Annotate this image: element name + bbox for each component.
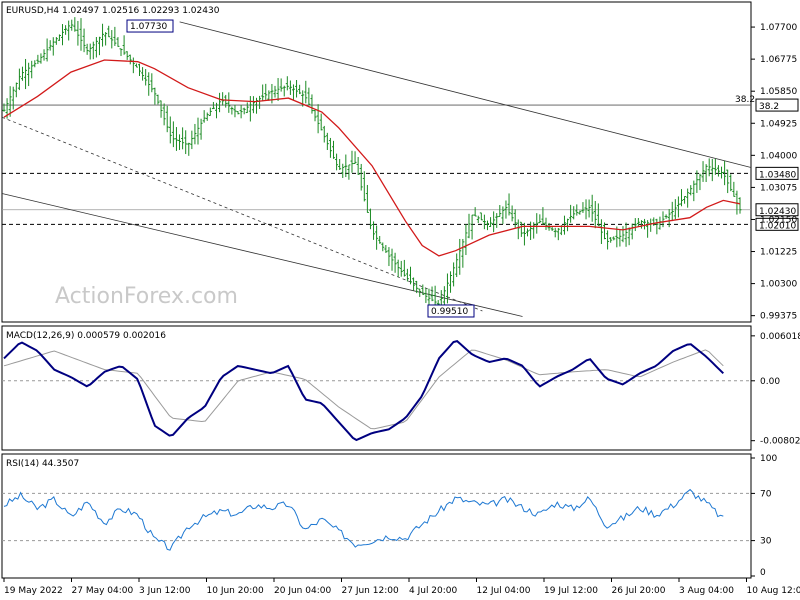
price-tick-label: 1.02150 — [760, 215, 797, 225]
price-tick-label: 1.04925 — [760, 119, 797, 129]
price-tick-label: 1.07700 — [760, 23, 797, 33]
time-tick-label: 10 Jun 20:00 — [207, 586, 264, 596]
price-annotation-label: 1.07730 — [130, 22, 167, 32]
time-tick-label: 19 Jul 12:00 — [544, 586, 598, 596]
price-tick-label: 1.05850 — [760, 87, 797, 97]
time-tick-label: 27 Jun 12:00 — [342, 586, 399, 596]
time-tick-label: 27 May 04:00 — [72, 586, 134, 596]
macd-header: MACD(12,26,9) 0.000579 0.002016 — [6, 331, 166, 341]
price-header: EURUSD,H4 1.02497 1.02516 1.02293 1.0243… — [6, 6, 220, 16]
time-tick-label: 3 Jun 12:00 — [139, 586, 191, 596]
time-tick-label: 20 Jun 04:00 — [274, 586, 331, 596]
time-tick-label: 3 Aug 04:00 — [679, 586, 734, 596]
price-annotation-label: 0.99510 — [431, 307, 468, 317]
time-tick-label: 12 Jul 04:00 — [477, 586, 531, 596]
time-tick-label: 4 Jul 20:00 — [409, 586, 458, 596]
rsi-tick-label: 0 — [760, 568, 766, 578]
rsi-tick-label: 100 — [760, 454, 777, 464]
macd-tick-label: -0.00802 — [760, 437, 800, 447]
price-tick-label: 1.00300 — [760, 280, 797, 290]
time-tick-label: 26 Jul 20:00 — [612, 586, 666, 596]
price-tick-label: 1.01225 — [760, 248, 797, 258]
rsi-tick-label: 70 — [760, 489, 772, 499]
fib-level-label: 38.2 — [735, 95, 755, 105]
macd-tick-label: 0.006018 — [760, 332, 800, 342]
price-tick-label: 1.04000 — [760, 151, 797, 161]
rsi-tick-label: 30 — [760, 537, 772, 547]
axis-price-label: 1.03480 — [759, 170, 796, 180]
time-tick-label: 10 Aug 12:00 — [747, 586, 800, 596]
price-tick-label: 1.03075 — [760, 183, 797, 193]
rsi-header: RSI(14) 44.3507 — [6, 459, 79, 469]
axis-price-label: 38.2 — [759, 102, 779, 112]
watermark: ActionForex.com — [55, 284, 238, 309]
eurusd-chart: ActionForex.com 38.2 1.07730 38.2 1.03480 1… — [0, 0, 800, 600]
price-tick-label: 0.99375 — [760, 312, 797, 322]
macd-tick-label: 0.00 — [760, 377, 780, 387]
time-tick-label: 19 May 2022 — [4, 586, 63, 596]
price-tick-label: 1.06775 — [760, 55, 797, 65]
